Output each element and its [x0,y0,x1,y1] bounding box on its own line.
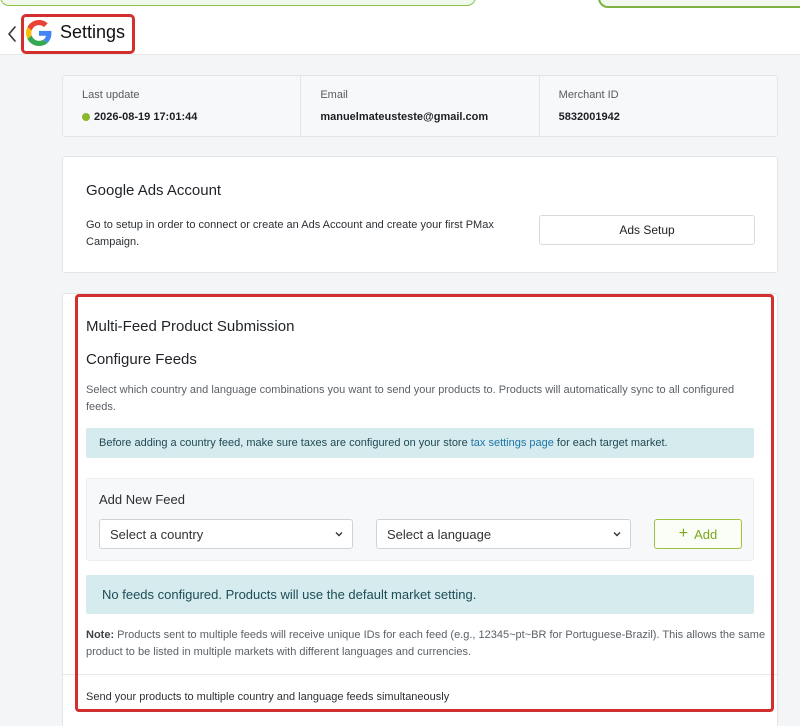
email-value: manuelmateusteste@gmail.com [320,111,489,123]
browser-top-strip [0,0,800,8]
language-select[interactable]: Select a language [376,519,631,549]
chevron-left-icon[interactable] [5,24,19,44]
merchant-id-label: Merchant ID [558,89,619,101]
email-label: Email [320,89,348,101]
last-update-value-row: 2026-08-19 17:01:44 [82,111,282,123]
last-update-label: Last update [82,89,140,101]
multi-feed-footer-text: Send your products to multiple country a… [86,691,450,703]
multi-feed-title: Multi-Feed Product Submission [86,318,295,335]
language-select-value: Select a language [387,526,492,542]
no-feeds-alert: No feeds configured. Products will use t… [86,575,754,614]
email-col: Email manuelmateusteste@gmail.com [301,76,540,136]
add-new-feed-panel: Add New Feed Select a country Select a l… [86,478,754,561]
merchant-col: Merchant ID 5832001942 [540,76,777,136]
chevron-down-icon [613,532,621,537]
last-update-value: 2026-08-19 17:01:44 [94,111,198,123]
configure-feeds-title: Configure Feeds [86,351,197,368]
google-ads-card: Google Ads Account Go to setup in order … [62,156,778,273]
top-pill-left [0,0,476,6]
last-update-col: Last update 2026-08-19 17:01:44 [63,76,302,136]
tax-settings-link[interactable]: tax settings page [471,437,554,449]
tax-info-alert: Before adding a country feed, make sure … [86,428,754,458]
note-text: Products sent to multiple feeds will rec… [86,629,766,658]
configure-feeds-description: Select which country and language combin… [86,384,735,413]
tax-alert-text-before: Before adding a country feed, make sure … [99,437,468,449]
country-select-value: Select a country [110,526,204,542]
note-label: Note: [86,629,115,641]
plus-icon: + [678,525,689,542]
add-feed-label: Add [694,526,718,542]
add-feed-button[interactable]: + Add [654,519,742,549]
chevron-down-icon [335,532,343,537]
tax-alert-text-after: for each target market. [556,437,668,449]
title-highlight-box [21,14,135,54]
feed-note: Note: Products sent to multiple feeds wi… [86,627,766,661]
country-select[interactable]: Select a country [99,519,353,549]
merchant-id-value: 5832001942 [558,111,620,123]
settings-header: Settings [0,8,800,55]
status-dot-icon [82,113,90,121]
ads-account-description: Go to setup in order to connect or creat… [86,219,494,248]
top-pill-right [598,0,800,8]
ads-account-title: Google Ads Account [86,182,222,199]
card-divider [63,674,777,675]
add-new-feed-title: Add New Feed [99,492,185,507]
ads-setup-button[interactable]: Ads Setup [539,215,755,245]
account-info-card: Last update 2026-08-19 17:01:44 Email ma… [62,75,778,137]
